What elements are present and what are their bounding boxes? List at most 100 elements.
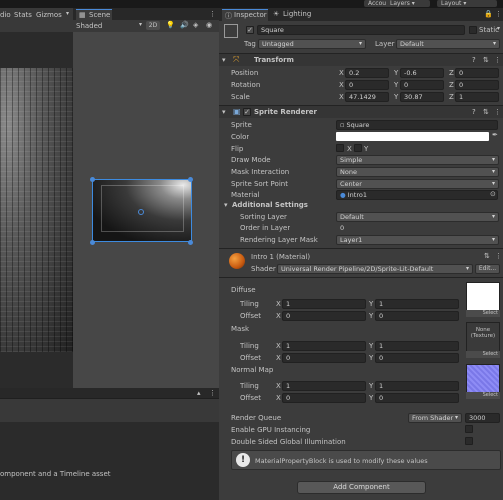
layout-dropdown[interactable]: Layout ▾ bbox=[437, 0, 497, 7]
diffuse-offset-x-field[interactable]: 0 bbox=[282, 311, 366, 321]
fold-arrow-icon[interactable]: ▾ bbox=[222, 56, 226, 64]
render-queue-field[interactable]: 3000 bbox=[465, 413, 500, 423]
flip-y-checkbox[interactable] bbox=[354, 144, 362, 152]
diffuse-tiling-y-label: Y bbox=[369, 300, 374, 308]
object-picker-icon[interactable]: ⊙ bbox=[490, 190, 496, 198]
shader-dropdown[interactable]: Universal Render Pipeline/2D/Sprite-Lit-… bbox=[277, 264, 473, 274]
shader-edit-button[interactable]: Edit... bbox=[475, 264, 500, 274]
rotation-x-field[interactable]: 0 bbox=[345, 80, 389, 90]
material-field[interactable]: ● Intro1 bbox=[336, 190, 498, 200]
section-divider bbox=[219, 277, 503, 278]
diffuse-select-button[interactable]: Select bbox=[466, 310, 500, 317]
double-sided-gi-checkbox[interactable] bbox=[465, 437, 473, 445]
position-z-field[interactable]: 0 bbox=[455, 68, 499, 78]
transform-header[interactable]: ▾ ⤧ Transform ? ⇅ ⋮ bbox=[219, 53, 503, 66]
presets-icon[interactable]: ⇅ bbox=[484, 252, 490, 260]
normal-offset-y-field[interactable]: 0 bbox=[375, 393, 459, 403]
effects-icon[interactable]: ◈ bbox=[193, 21, 198, 29]
mask-interaction-dropdown[interactable]: None bbox=[336, 167, 499, 177]
eyedropper-icon[interactable]: ✒ bbox=[492, 131, 498, 139]
resize-handle-bottom-right[interactable] bbox=[188, 240, 193, 245]
rendering-layer-mask-dropdown[interactable]: Layer1 bbox=[336, 235, 499, 245]
tag-dropdown[interactable]: Untagged bbox=[258, 39, 366, 49]
layer-dropdown[interactable]: Default bbox=[396, 39, 500, 49]
fold-arrow-icon[interactable]: ▾ bbox=[224, 201, 228, 209]
audio-toggle[interactable]: dio bbox=[0, 11, 11, 19]
presets-icon[interactable]: ⇅ bbox=[483, 56, 489, 64]
color-swatch[interactable] bbox=[336, 132, 489, 141]
sorting-layer-dropdown[interactable]: Default bbox=[336, 212, 499, 222]
mask-interaction-label: Mask Interaction bbox=[231, 168, 290, 176]
more-options-icon[interactable]: ⋮ bbox=[494, 56, 501, 64]
more-options-icon[interactable]: ⋮ bbox=[495, 10, 502, 18]
rotation-y-field[interactable]: 0 bbox=[400, 80, 444, 90]
presets-icon[interactable]: ⇅ bbox=[483, 108, 489, 116]
rotation-z-label: Z bbox=[449, 81, 454, 89]
lock-icon[interactable]: 🔒 bbox=[484, 10, 493, 18]
flip-x-checkbox[interactable] bbox=[336, 144, 344, 152]
rotation-z-field[interactable]: 0 bbox=[455, 80, 499, 90]
help-icon[interactable]: ? bbox=[472, 108, 476, 116]
normal-tiling-y-field[interactable]: 1 bbox=[375, 381, 459, 391]
sprite-renderer-header[interactable]: ▾ ▣ ✓ Sprite Renderer ? ⇅ ⋮ bbox=[219, 105, 503, 118]
draw-mode-label: Draw Mode bbox=[231, 156, 271, 164]
order-in-layer-field[interactable]: 0 bbox=[336, 223, 499, 233]
selected-sprite[interactable] bbox=[92, 179, 192, 242]
normal-offset-x-field[interactable]: 0 bbox=[282, 393, 366, 403]
more-options-icon[interactable]: ⋮ bbox=[209, 389, 216, 397]
hidden-objects-icon[interactable]: ◉ bbox=[206, 21, 212, 29]
more-options-icon[interactable]: ⋮ bbox=[209, 10, 216, 18]
mask-tiling-y-field[interactable]: 1 bbox=[375, 341, 459, 351]
position-y-field[interactable]: -0.6 bbox=[400, 68, 444, 78]
mask-offset-x-field[interactable]: 0 bbox=[282, 353, 366, 363]
additional-settings-label[interactable]: Additional Settings bbox=[232, 201, 308, 209]
help-icon[interactable]: ? bbox=[472, 56, 476, 64]
chevron-down-icon[interactable]: ▾ bbox=[139, 21, 142, 28]
fold-arrow-icon[interactable]: ▾ bbox=[222, 108, 226, 116]
sprite-sort-point-dropdown[interactable]: Center bbox=[336, 179, 499, 189]
mask-tiling-x-field[interactable]: 1 bbox=[282, 341, 366, 351]
layers-dropdown[interactable]: Layers ▾ bbox=[386, 0, 430, 7]
normal-map-label: Normal Map bbox=[231, 366, 274, 374]
rotation-x-label: X bbox=[339, 81, 344, 89]
chevron-down-icon[interactable]: ▾ bbox=[497, 25, 500, 32]
shading-mode-dropdown[interactable]: Shaded bbox=[76, 22, 102, 30]
mask-select-button[interactable]: Select bbox=[466, 351, 500, 358]
panel-menu-icon[interactable]: ▴ bbox=[197, 389, 201, 397]
render-queue-dropdown[interactable]: From Shader bbox=[408, 413, 462, 423]
object-name-field[interactable]: Square bbox=[257, 25, 465, 35]
static-checkbox[interactable] bbox=[469, 26, 477, 34]
add-component-button[interactable]: Add Component bbox=[297, 481, 426, 494]
diffuse-tiling-x-field[interactable]: 1 bbox=[282, 299, 366, 309]
sprite-field[interactable]: ▫ Square bbox=[336, 120, 498, 130]
scale-x-field[interactable]: 47.1429 bbox=[345, 92, 389, 102]
scale-y-field[interactable]: 30.87 bbox=[400, 92, 444, 102]
pivot-handle[interactable] bbox=[138, 209, 144, 215]
scale-z-field[interactable]: 1 bbox=[455, 92, 499, 102]
mask-offset-y-field[interactable]: 0 bbox=[375, 353, 459, 363]
position-x-field[interactable]: 0.2 bbox=[345, 68, 389, 78]
sprite-renderer-enabled-checkbox[interactable]: ✓ bbox=[243, 108, 251, 116]
mask-tiling-label: Tiling bbox=[240, 342, 259, 350]
more-options-icon[interactable]: ⋮ bbox=[494, 108, 501, 116]
normal-map-select-button[interactable]: Select bbox=[466, 392, 500, 399]
resize-handle-top-right[interactable] bbox=[188, 177, 193, 182]
gpu-instancing-checkbox[interactable] bbox=[465, 425, 473, 433]
object-active-checkbox[interactable]: ✓ bbox=[246, 26, 254, 34]
lighting-tab-label: Lighting bbox=[283, 10, 312, 18]
tab-inspector[interactable]: ⓘ Inspector bbox=[222, 9, 268, 21]
diffuse-tiling-y-field[interactable]: 1 bbox=[375, 299, 459, 309]
chevron-down-icon[interactable]: ▾ bbox=[66, 10, 69, 17]
resize-handle-bottom-left[interactable] bbox=[90, 240, 95, 245]
mode-2d-toggle[interactable]: 2D bbox=[146, 21, 160, 30]
more-options-icon[interactable]: ⋮ bbox=[495, 252, 502, 260]
draw-mode-dropdown[interactable]: Simple bbox=[336, 155, 499, 165]
audio-icon[interactable]: 🔊 bbox=[180, 21, 189, 29]
resize-handle-top-left[interactable] bbox=[90, 177, 95, 182]
gizmos-dropdown[interactable]: Gizmos bbox=[36, 11, 62, 19]
stats-toggle[interactable]: Stats bbox=[14, 11, 32, 19]
normal-tiling-x-field[interactable]: 1 bbox=[282, 381, 366, 391]
light-bulb-icon[interactable]: 💡 bbox=[166, 21, 175, 29]
normal-offset-y-label: Y bbox=[369, 394, 374, 402]
diffuse-offset-y-field[interactable]: 0 bbox=[375, 311, 459, 321]
